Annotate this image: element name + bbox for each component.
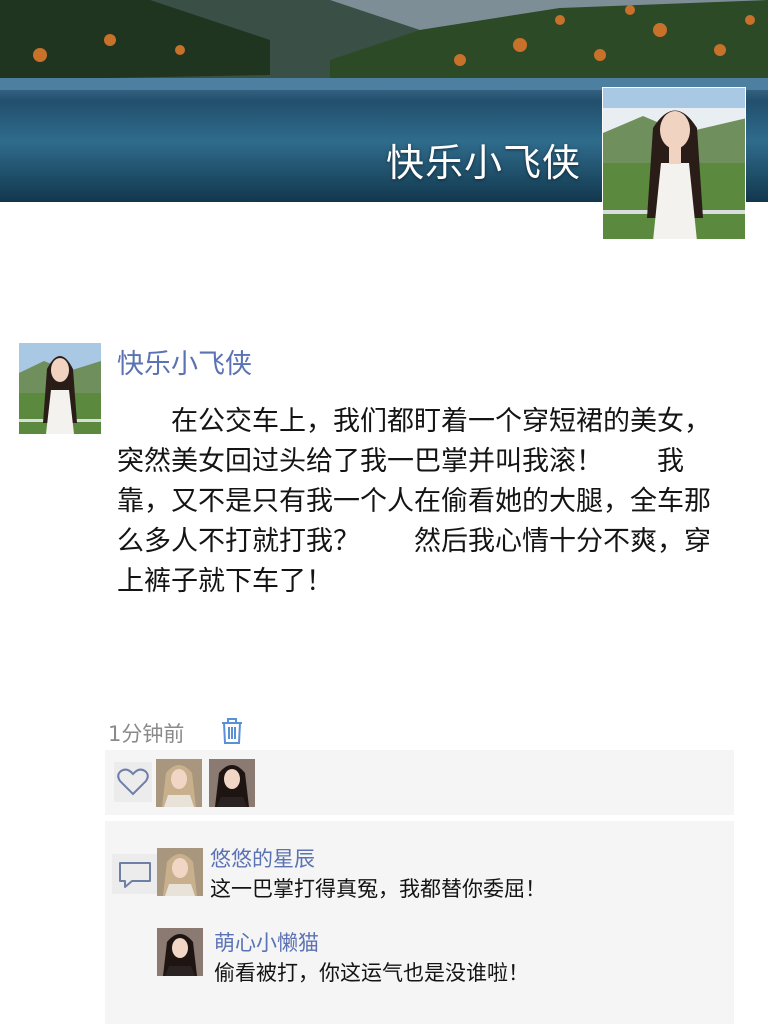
cover-avatar[interactable] — [602, 87, 746, 240]
trash-icon[interactable] — [219, 716, 245, 746]
profile-photo-icon — [19, 343, 101, 434]
cover-landscape-image — [0, 0, 768, 90]
commenter-avatar[interactable] — [157, 928, 203, 976]
post-author-name[interactable]: 快乐小飞侠 — [117, 342, 252, 381]
commenter-name[interactable]: 悠悠的星辰 — [210, 843, 315, 873]
liker-avatar[interactable] — [209, 759, 255, 807]
profile-photo-icon — [603, 88, 745, 239]
comment-text: 偷看被打，你这运气也是没谁啦！ — [214, 961, 529, 985]
commenter-avatar[interactable] — [157, 848, 203, 896]
cover-profile-name: 快乐小飞侠 — [386, 141, 582, 185]
heart-icon[interactable] — [114, 762, 152, 802]
post-content: 在公交车上，我们都盯着一个穿短裙的美女， 突然美女回过头给了我一巴掌并叫我滚！ … — [117, 406, 752, 597]
liker-avatar[interactable] — [156, 759, 202, 807]
comment-icon[interactable] — [112, 854, 158, 894]
post-author-avatar[interactable] — [19, 343, 101, 434]
commenter-name[interactable]: 萌心小懒猫 — [214, 927, 319, 957]
post-timestamp: 1分钟前 — [108, 722, 185, 746]
comments-panel: 悠悠的星辰 这一巴掌打得真冤，我都替你委屈！ 萌心小懒猫 偷看被打，你这运气也是… — [105, 821, 734, 1024]
likes-panel — [105, 750, 734, 815]
comment-text: 这一巴掌打得真冤，我都替你委屈！ — [210, 877, 546, 901]
